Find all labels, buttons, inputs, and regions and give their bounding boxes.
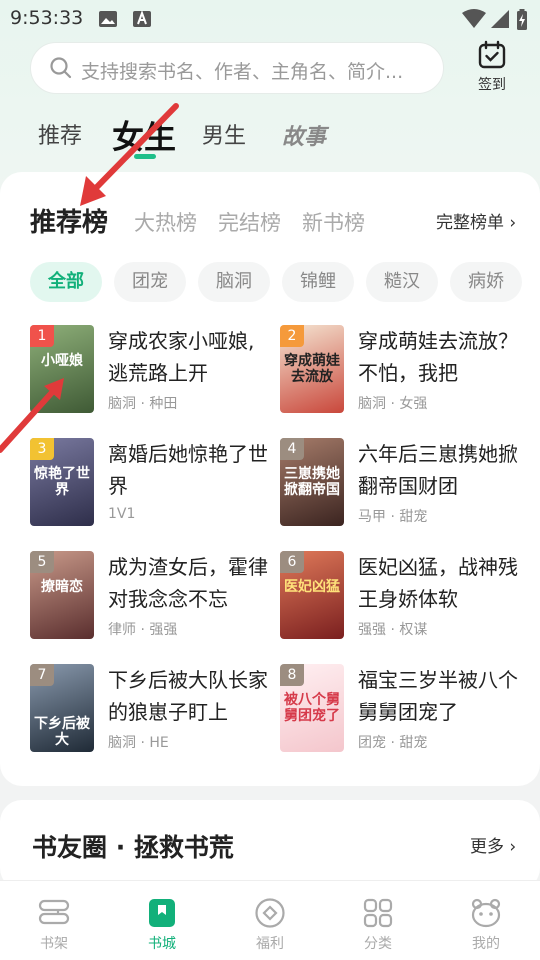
tab-male[interactable]: 男生 bbox=[202, 118, 246, 150]
book-tags: 脑洞 · 种田 bbox=[108, 396, 178, 412]
profile-icon bbox=[470, 897, 502, 933]
book-title: 离婚后她惊艳了世界 bbox=[108, 442, 268, 498]
book-cover: 医妃凶猛 6 bbox=[280, 551, 344, 639]
book-cover: 惊艳了世界 3 bbox=[30, 438, 94, 526]
cover-title: 穿成萌娃去流放 bbox=[284, 353, 340, 385]
bottom-nav: 书架 书城 福利 分类 我的 bbox=[0, 880, 540, 960]
chip-naodong[interactable]: 脑洞 bbox=[198, 262, 270, 302]
ranking-card: 推荐榜 大热榜 完结榜 新书榜 完整榜单 › 全部 团宠 脑洞 锦鲤 糙汉 病娇… bbox=[0, 172, 540, 786]
chip-bingjiao[interactable]: 病娇 bbox=[450, 262, 522, 302]
book-tags: 脑洞 · HE bbox=[108, 735, 169, 751]
wifi-icon bbox=[462, 9, 486, 33]
nav-category[interactable]: 分类 bbox=[324, 881, 432, 960]
cover-title: 下乡后被大 bbox=[34, 716, 90, 748]
book-item[interactable]: 医妃凶猛 6 医妃凶猛，战神残王身娇体软 强强 · 权谋 bbox=[280, 551, 520, 639]
rank-badge: 1 bbox=[30, 325, 54, 347]
status-time: 9:53:33 bbox=[10, 7, 84, 29]
nav-label: 我的 bbox=[472, 936, 500, 952]
book-tags: 1V1 bbox=[108, 506, 136, 522]
rank-badge: 5 bbox=[30, 551, 54, 573]
battery-icon bbox=[516, 9, 528, 35]
book-cover: 小哑娘 1 bbox=[30, 325, 94, 413]
active-tab-indicator bbox=[134, 154, 156, 159]
book-cover: 穿成萌娃去流放 2 bbox=[280, 325, 344, 413]
book-item[interactable]: 穿成萌娃去流放 2 穿成萌娃去流放？不怕，我把 脑洞 · 女强 bbox=[280, 325, 520, 413]
rank-tab-finished[interactable]: 完结榜 bbox=[218, 207, 281, 237]
status-bar: 9:53:33 bbox=[0, 0, 540, 38]
book-item[interactable]: 惊艳了世界 3 离婚后她惊艳了世界 1V1 bbox=[30, 438, 270, 526]
cover-title: 三崽携她掀翻帝国 bbox=[284, 466, 340, 498]
chip-tuanchong[interactable]: 团宠 bbox=[114, 262, 186, 302]
cover-title: 被八个舅舅团宠了 bbox=[284, 692, 340, 724]
cover-title: 撩暗恋 bbox=[41, 579, 83, 595]
book-cover: 下乡后被大 7 bbox=[30, 664, 94, 752]
search-input[interactable]: 支持搜索书名、作者、主角名、简介... bbox=[81, 57, 431, 84]
cover-title: 惊艳了世界 bbox=[34, 466, 90, 498]
search-bar[interactable]: 支持搜索书名、作者、主角名、简介... bbox=[30, 42, 444, 94]
nav-profile[interactable]: 我的 bbox=[432, 881, 540, 960]
nav-bookshelf[interactable]: 书架 bbox=[0, 881, 108, 960]
book-cover: 被八个舅舅团宠了 8 bbox=[280, 664, 344, 752]
book-title: 穿成萌娃去流放？不怕，我把 bbox=[358, 329, 518, 385]
text-icon bbox=[132, 9, 152, 33]
nav-welfare[interactable]: 福利 bbox=[216, 881, 324, 960]
chip-jinli[interactable]: 锦鲤 bbox=[282, 262, 354, 302]
rank-badge: 4 bbox=[280, 438, 304, 460]
rank-badge: 8 bbox=[280, 664, 304, 686]
signal-icon bbox=[490, 9, 510, 33]
nav-label: 福利 bbox=[256, 936, 284, 952]
checkin-button[interactable]: 签到 bbox=[466, 38, 518, 94]
chip-all[interactable]: 全部 bbox=[30, 262, 102, 302]
rank-badge: 3 bbox=[30, 438, 54, 460]
bookshelf-icon bbox=[38, 897, 70, 933]
book-cover: 三崽携她掀翻帝国 4 bbox=[280, 438, 344, 526]
cover-title: 小哑娘 bbox=[41, 353, 83, 369]
book-tags: 脑洞 · 女强 bbox=[358, 396, 428, 412]
book-title: 穿成农家小哑娘,逃荒路上开 bbox=[108, 329, 255, 385]
rank-badge: 7 bbox=[30, 664, 54, 686]
tab-female[interactable]: 女生 bbox=[112, 112, 176, 158]
book-tags: 强强 · 权谋 bbox=[358, 622, 428, 638]
book-item[interactable]: 下乡后被大 7 下乡后被大队长家的狼崽子盯上 脑洞 · HE bbox=[30, 664, 270, 752]
book-title: 福宝三岁半被八个舅舅团宠了 bbox=[358, 668, 518, 724]
bookstore-icon bbox=[146, 897, 178, 933]
chip-caohan[interactable]: 糙汉 bbox=[366, 262, 438, 302]
nav-label: 书架 bbox=[40, 936, 68, 952]
book-title: 下乡后被大队长家的狼崽子盯上 bbox=[108, 668, 268, 724]
rank-badge: 6 bbox=[280, 551, 304, 573]
book-title: 成为渣女后，霍律对我念念不忘 bbox=[108, 555, 268, 611]
book-cover: 撩暗恋 5 bbox=[30, 551, 94, 639]
book-title: 六年后三崽携她掀翻帝国财团 bbox=[358, 442, 518, 498]
checkin-label: 签到 bbox=[478, 77, 506, 93]
search-icon bbox=[49, 56, 73, 84]
tab-recommend[interactable]: 推荐 bbox=[38, 118, 82, 150]
rank-tab-new[interactable]: 新书榜 bbox=[302, 207, 365, 237]
book-tags: 团宠 · 甜宠 bbox=[358, 735, 428, 751]
book-tags: 马甲 · 甜宠 bbox=[358, 509, 428, 525]
book-item[interactable]: 小哑娘 1 穿成农家小哑娘,逃荒路上开 脑洞 · 种田 bbox=[30, 325, 270, 413]
nav-bookstore[interactable]: 书城 bbox=[108, 881, 216, 960]
nav-label: 书城 bbox=[148, 936, 176, 952]
full-list-link[interactable]: 完整榜单 › bbox=[436, 208, 516, 233]
welfare-icon bbox=[254, 897, 286, 933]
nav-label: 分类 bbox=[364, 936, 392, 952]
book-item[interactable]: 撩暗恋 5 成为渣女后，霍律对我念念不忘 律师 · 强强 bbox=[30, 551, 270, 639]
calendar-check-icon bbox=[477, 40, 507, 74]
rank-tab-hot[interactable]: 大热榜 bbox=[134, 207, 197, 237]
tab-story[interactable]: 故事 bbox=[282, 119, 326, 151]
rank-badge: 2 bbox=[280, 325, 304, 347]
more-link[interactable]: 更多 › bbox=[470, 832, 516, 857]
rank-tab-recommend[interactable]: 推荐榜 bbox=[30, 202, 108, 239]
cover-title: 医妃凶猛 bbox=[284, 579, 340, 595]
book-item[interactable]: 三崽携她掀翻帝国 4 六年后三崽携她掀翻帝国财团 马甲 · 甜宠 bbox=[280, 438, 520, 526]
image-icon bbox=[98, 9, 118, 33]
category-icon bbox=[362, 897, 394, 933]
book-tags: 律师 · 强强 bbox=[108, 622, 178, 638]
book-item[interactable]: 被八个舅舅团宠了 8 福宝三岁半被八个舅舅团宠了 团宠 · 甜宠 bbox=[280, 664, 520, 752]
book-title: 医妃凶猛，战神残王身娇体软 bbox=[358, 555, 518, 611]
book-circle-title: 书友圈 · 拯救书荒 bbox=[32, 833, 234, 862]
book-circle-card: 书友圈 · 拯救书荒 更多 › bbox=[0, 800, 540, 890]
